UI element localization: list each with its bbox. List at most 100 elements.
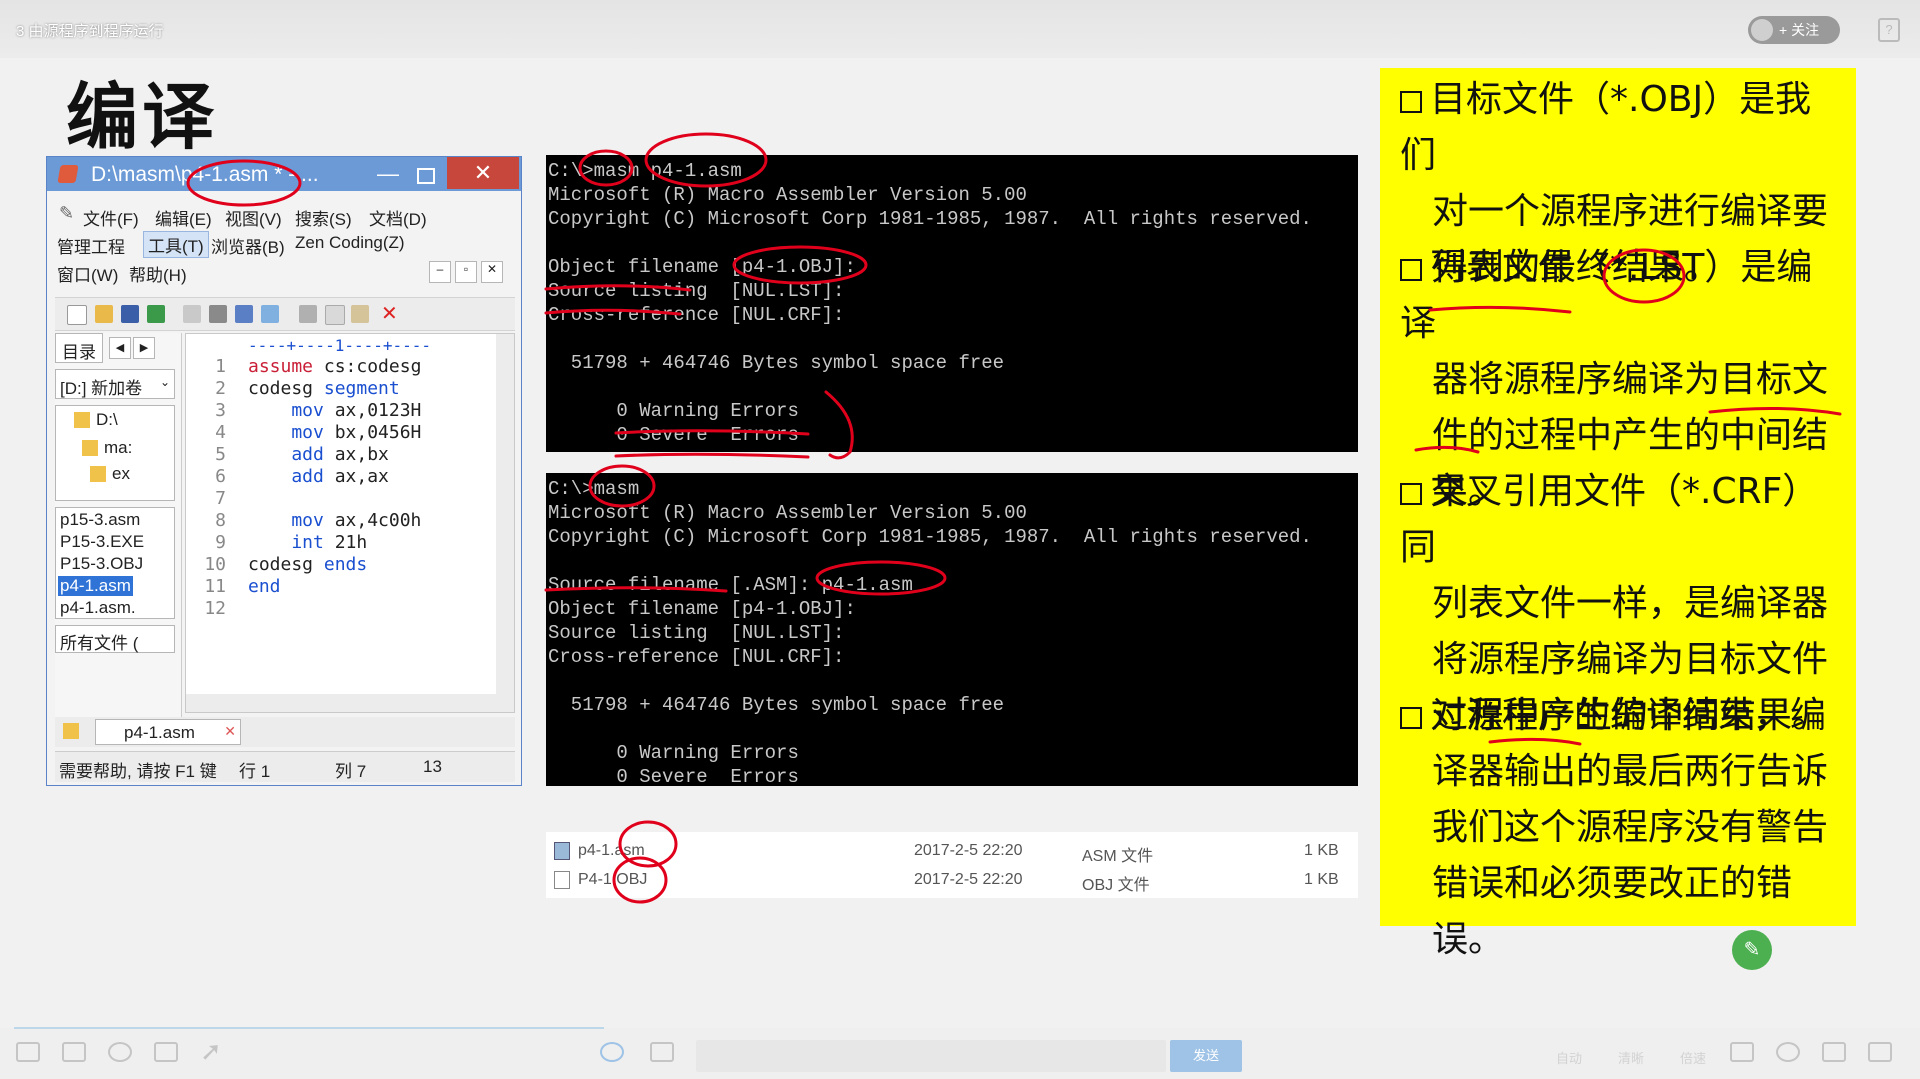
horizontal-scrollbar[interactable] xyxy=(186,694,496,712)
doc-close-button[interactable]: ✕ xyxy=(481,261,503,283)
doc-minimize-button[interactable]: – xyxy=(429,261,451,283)
keyboard-icon[interactable] xyxy=(62,1042,86,1062)
volume-icon[interactable] xyxy=(1730,1042,1754,1062)
browser-icon[interactable] xyxy=(261,305,279,323)
menu-help[interactable]: 帮助(H) xyxy=(129,261,187,286)
autoplay-toggle[interactable]: 自动 xyxy=(1556,1048,1582,1067)
note-text: 件的过程中产生的中间结 xyxy=(1432,415,1829,456)
tree-item-drive[interactable]: D:\ xyxy=(96,410,118,430)
tree-item-ex[interactable]: ex xyxy=(112,464,130,484)
drive-select-value: [D:] 新加卷 xyxy=(60,379,143,398)
video-title: 3 由源程序到程序运行 xyxy=(16,23,164,40)
eraser-icon[interactable] xyxy=(154,1042,178,1062)
console-line: C:\>masm p4-1.asm xyxy=(548,160,742,182)
lasso-icon[interactable] xyxy=(108,1042,132,1062)
sidebar-tab-directory[interactable]: 目录 xyxy=(55,333,103,363)
code-token: int xyxy=(248,532,324,553)
file-item[interactable]: p15-3.asm xyxy=(60,510,140,530)
follow-button[interactable]: + 关注 xyxy=(1748,16,1840,44)
quality-select[interactable]: 清晰 xyxy=(1618,1048,1644,1067)
code-token: segment xyxy=(313,378,400,399)
menu-file[interactable]: 文件(F) xyxy=(83,205,139,230)
menu-project[interactable]: 管理工程 xyxy=(57,233,125,258)
editor-title-bar[interactable]: D:\masm\p4-1.asm * - ... — ✕ xyxy=(47,157,521,191)
open-folder-icon[interactable] xyxy=(95,305,113,323)
note-line: 对源程序的编译结束，编 xyxy=(1400,688,1840,744)
menu-edit[interactable]: 编辑(E) xyxy=(155,205,212,230)
new-file-icon[interactable] xyxy=(67,305,87,325)
editplus-app-icon xyxy=(57,165,79,183)
pencil-icon: ✎ xyxy=(59,203,75,223)
code-text: assume cs:codesg xyxy=(248,356,421,377)
cursor-icon[interactable]: ➚ xyxy=(200,1036,222,1067)
menu-search[interactable]: 搜索(S) xyxy=(295,205,352,230)
minimize-button[interactable]: — xyxy=(377,161,399,187)
speed-select[interactable]: 倍速 xyxy=(1680,1048,1706,1067)
file-size: 1 KB xyxy=(1304,871,1339,888)
chevron-down-icon: ⌄ xyxy=(159,375,170,389)
danmaku-toggle-icon[interactable] xyxy=(600,1042,624,1062)
file-item[interactable]: p4-1.asm. xyxy=(60,598,136,618)
picture-in-picture-icon[interactable] xyxy=(1822,1042,1846,1062)
sidebar-next-button[interactable]: ▶ xyxy=(133,337,155,359)
pen-tool-icon[interactable] xyxy=(16,1042,40,1062)
doc-restore-button[interactable]: ▫ xyxy=(455,261,477,283)
progress-bar[interactable] xyxy=(14,1027,604,1029)
close-button[interactable]: ✕ xyxy=(447,157,519,189)
save-icon[interactable] xyxy=(121,305,139,323)
menu-browser[interactable]: 浏览器(B) xyxy=(211,233,285,258)
paste-icon[interactable] xyxy=(351,305,369,323)
print-preview-icon[interactable] xyxy=(183,305,201,323)
send-button[interactable]: 发送 xyxy=(1170,1040,1242,1072)
print-icon[interactable] xyxy=(209,305,227,323)
fullscreen-icon[interactable] xyxy=(1868,1042,1892,1062)
delete-icon[interactable]: ✕ xyxy=(381,301,398,326)
menu-zen-coding[interactable]: Zen Coding(Z) xyxy=(295,233,405,253)
note-text: 将源程序编译为目标文件 xyxy=(1432,639,1829,680)
file-filter-select[interactable]: 所有文件 ( xyxy=(55,625,175,653)
console-line: Source listing [NUL.LST]: xyxy=(548,280,845,302)
cut-icon[interactable] xyxy=(299,305,317,323)
line-number: 9 xyxy=(215,532,226,553)
file-row[interactable]: p4-1.asm 2017-2-5 22:20 ASM 文件 1 KB xyxy=(546,836,1358,865)
settings-icon[interactable] xyxy=(1776,1042,1800,1062)
folder-tree: D:\ ma: ex xyxy=(55,405,175,501)
menu-view[interactable]: 视图(V) xyxy=(225,205,282,230)
code-text: add ax,bx xyxy=(248,444,389,465)
drive-select[interactable]: [D:] 新加卷 ⌄ xyxy=(55,369,175,399)
close-icon[interactable]: ✕ xyxy=(224,723,236,740)
file-item[interactable]: P15-3.EXE xyxy=(60,532,144,552)
note-line: 件的过程中产生的中间结 xyxy=(1400,408,1840,464)
tab-p4-1-asm[interactable]: p4-1.asm ✕ xyxy=(95,719,241,745)
help-icon[interactable]: ? xyxy=(1878,18,1900,42)
vertical-scrollbar[interactable] xyxy=(496,334,514,712)
save-all-icon[interactable] xyxy=(147,305,165,323)
maximize-button[interactable] xyxy=(417,168,435,184)
console-line: Microsoft (R) Macro Assembler Version 5.… xyxy=(548,184,1027,206)
explorer-file-list: p4-1.asm 2017-2-5 22:20 ASM 文件 1 KB P4-1… xyxy=(546,832,1358,898)
copy-icon[interactable] xyxy=(325,305,345,325)
note-text: 对源程序的编译结束，编 xyxy=(1430,695,1827,736)
code-token: ax,4c00h xyxy=(323,510,422,531)
file-item[interactable]: P15-3.OBJ xyxy=(60,554,143,574)
code-editor[interactable]: ----+----1----+---- 1 assume cs:codesg 2 co… xyxy=(185,333,515,713)
file-item-selected[interactable]: p4-1.asm xyxy=(58,576,133,596)
file-row[interactable]: P4-1.OBJ 2017-2-5 22:20 OBJ 文件 1 KB xyxy=(546,865,1358,894)
line-number: 3 xyxy=(215,400,226,421)
spellcheck-icon[interactable] xyxy=(235,305,253,323)
status-help: 需要帮助, 请按 F1 键 xyxy=(59,762,217,781)
sidebar-prev-button[interactable]: ◀ xyxy=(109,337,131,359)
menu-tools[interactable]: 工具(T) xyxy=(143,231,209,258)
menu-document[interactable]: 文档(D) xyxy=(369,205,427,230)
console-line: Source listing [NUL.LST]: xyxy=(548,622,845,644)
danmaku-settings-icon[interactable] xyxy=(650,1042,674,1062)
tab-file-label: p4-1.asm xyxy=(124,723,195,742)
pen-icon[interactable]: ✎ xyxy=(1732,930,1772,970)
file-tab-bar: p4-1.asm ✕ xyxy=(55,717,515,747)
tree-item-masm[interactable]: ma: xyxy=(104,438,132,458)
menu-window[interactable]: 窗口(W) xyxy=(57,261,118,286)
ink-underline xyxy=(614,452,810,459)
danmaku-input[interactable] xyxy=(696,1040,1166,1072)
console-line: C:\>masm xyxy=(548,478,640,500)
note-line: 译器输出的最后两行告诉 xyxy=(1400,744,1840,800)
